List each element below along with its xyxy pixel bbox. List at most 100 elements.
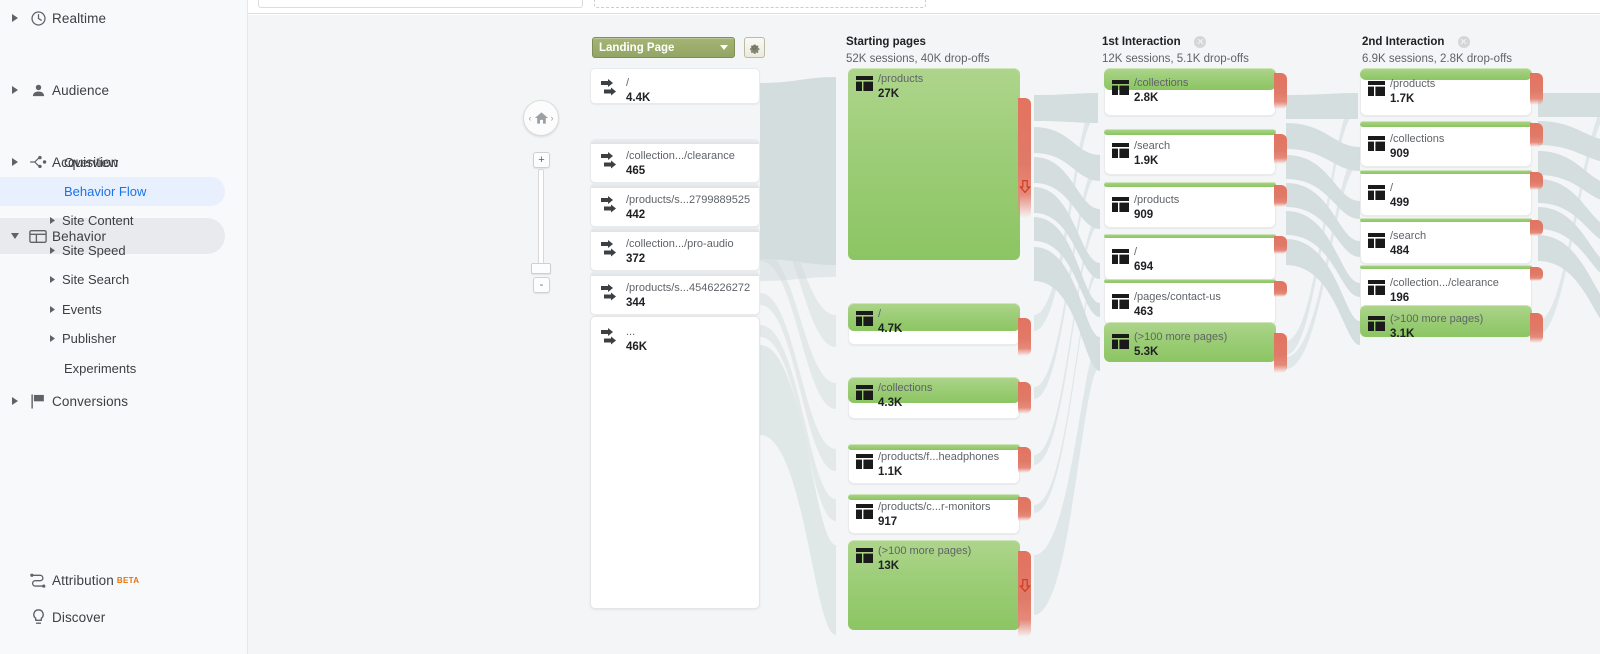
dropoff-bar (1274, 236, 1287, 254)
sidebar-item-audience[interactable]: Audience (0, 72, 247, 108)
column-header-1st-interaction: 1st Interaction 12K sessions, 5.1K drop-… (1102, 33, 1249, 65)
sidebar-label-behavior-flow: Behavior Flow (64, 184, 147, 199)
zoom-in-label: + (538, 153, 545, 166)
sidebar-item-behavior-flow[interactable]: Behavior Flow (0, 177, 225, 206)
sidebar-item-experiments[interactable]: Experiments (0, 354, 247, 383)
flow-node[interactable]: /collections 2.8K (1104, 68, 1276, 116)
dropoff-arrow-icon (1018, 180, 1031, 198)
flow-node[interactable]: /pages/contact-us 463 (1104, 279, 1276, 325)
flow-node[interactable]: /products 1.7K (1360, 68, 1532, 116)
zoom-slider-track[interactable] (538, 169, 544, 265)
next-chevron-icon[interactable]: › (551, 113, 554, 123)
double-arrow-icon (600, 284, 622, 306)
landing-page-row[interactable]: ... 46K (590, 316, 760, 609)
node-card (1360, 218, 1532, 264)
landing-page-row[interactable]: /collection.../pro-audio 372 (590, 227, 760, 271)
column-subtitle: 6.9K sessions, 2.8K drop-offs (1362, 53, 1513, 65)
flow-node[interactable]: /products 909 (1104, 182, 1276, 228)
sidebar-label-overview: Overview (64, 155, 119, 170)
landing-page-row[interactable]: /collection.../clearance 465 (590, 139, 760, 183)
chevron-right-icon[interactable] (6, 0, 24, 36)
dropoff-bar (1530, 172, 1543, 190)
landing-page-name: /products/s...4546226272 (626, 282, 751, 294)
sidebar-label-site-content: Site Content (62, 213, 134, 228)
landing-page-value: 46K (626, 340, 648, 353)
landing-page-name: /collection.../pro-audio (626, 238, 734, 250)
column-header-2nd-interaction: 2nd Interaction 6.9K sessions, 2.8K drop… (1362, 33, 1512, 65)
flow-node[interactable]: / 499 (1360, 170, 1532, 216)
flow-node[interactable]: (>100 more pages) 5.3K (1104, 322, 1276, 362)
landing-page-value: 344 (626, 296, 646, 309)
double-arrow-icon (600, 328, 622, 350)
prev-chevron-icon[interactable]: ‹ (529, 113, 532, 123)
beta-badge: BETA (116, 575, 140, 585)
home-reset-button[interactable]: ‹ › (523, 100, 559, 136)
chevron-right-icon[interactable] (0, 276, 62, 283)
flow-node[interactable]: /collections 909 (1360, 121, 1532, 167)
column-title: 1st Interaction (1102, 35, 1181, 48)
column-subtitle: 12K sessions, 5.1K drop-offs (1102, 53, 1249, 65)
sidebar-label-conversions: Conversions (52, 393, 129, 409)
flow-node[interactable]: (>100 more pages) 3.1K (1360, 305, 1532, 340)
chevron-right-icon[interactable] (6, 72, 24, 108)
flow-node[interactable]: /search 1.9K (1104, 129, 1276, 175)
flow-settings-button[interactable] (744, 37, 765, 58)
chevron-right-icon[interactable] (6, 383, 24, 419)
sidebar-item-site-content[interactable]: Site Content (0, 206, 247, 235)
sidebar-item-conversions[interactable]: Conversions (0, 383, 247, 419)
node-value-bar (848, 444, 1020, 450)
sidebar-item-site-search[interactable]: Site Search (0, 265, 247, 294)
dropoff-bar (1018, 447, 1031, 473)
landing-page-row[interactable]: / 4.4K (590, 68, 760, 104)
sidebar-item-site-speed[interactable]: Site Speed (0, 236, 247, 265)
node-card (848, 444, 1020, 484)
zoom-out-button[interactable]: - (533, 277, 550, 293)
node-value-bar (848, 303, 1020, 331)
chevron-right-icon[interactable] (0, 335, 62, 342)
sidebar-label-site-search: Site Search (62, 272, 130, 287)
sidebar-item-events[interactable]: Events (0, 295, 247, 324)
landing-page-name: /products/s...2799889525 (626, 194, 751, 206)
sidebar-item-overview[interactable]: Overview (0, 148, 247, 177)
landing-page-row[interactable]: /products/s...2799889525 442 (590, 183, 760, 227)
landing-page-bar (591, 184, 759, 188)
chevron-right-icon[interactable] (0, 217, 62, 224)
flow-node[interactable]: / 694 (1104, 234, 1276, 280)
left-sidebar: Realtime Audience Acquisition Behavior O… (0, 0, 248, 654)
chevron-right-icon[interactable] (0, 247, 62, 254)
sidebar-label-events: Events (62, 302, 102, 317)
landing-page-value: 442 (626, 208, 646, 221)
dropoff-bar (1018, 382, 1031, 414)
toolbar-control-right[interactable] (594, 0, 926, 8)
sidebar-label-discover: Discover (52, 609, 106, 625)
flow-node[interactable]: / 4.7K (848, 303, 1020, 345)
close-column-icon[interactable] (1194, 35, 1207, 48)
flow-node[interactable]: /products/c...r-monitors 917 (848, 494, 1020, 534)
flow-canvas[interactable]: ‹ › + - Landing Page Starting pages 52K … (248, 15, 1600, 654)
node-value-bar (1360, 265, 1532, 269)
flow-node[interactable]: (>100 more pages) 13K (848, 540, 1020, 630)
node-value-bar (1360, 218, 1532, 222)
sidebar-label-audience: Audience (52, 82, 110, 98)
chevron-right-icon[interactable] (0, 306, 62, 313)
flow-node[interactable]: /search 484 (1360, 218, 1532, 264)
toolbar-control-left[interactable] (258, 0, 583, 8)
landing-page-row[interactable]: /products/s...4546226272 344 (590, 271, 760, 315)
sidebar-item-discover[interactable]: Discover (0, 599, 247, 635)
sidebar-item-attribution[interactable]: Attribution BETA (0, 562, 247, 598)
node-card (1360, 170, 1532, 216)
zoom-slider-thumb[interactable] (531, 263, 551, 274)
sidebar-item-realtime[interactable]: Realtime (0, 0, 247, 36)
double-arrow-icon (600, 152, 622, 174)
dropoff-bar (1274, 134, 1287, 164)
zoom-in-button[interactable]: + (533, 152, 550, 168)
flow-node[interactable]: /products 27K (848, 68, 1020, 260)
flow-node[interactable]: /products/f...headphones 1.1K (848, 444, 1020, 484)
landing-page-bar (591, 228, 759, 232)
sidebar-label-realtime: Realtime (52, 10, 107, 26)
sidebar-item-publisher[interactable]: Publisher (0, 324, 247, 353)
dimension-dropdown[interactable]: Landing Page (592, 37, 735, 58)
close-column-icon[interactable] (1457, 35, 1470, 48)
flow-node[interactable]: /collections 4.3K (848, 377, 1020, 419)
